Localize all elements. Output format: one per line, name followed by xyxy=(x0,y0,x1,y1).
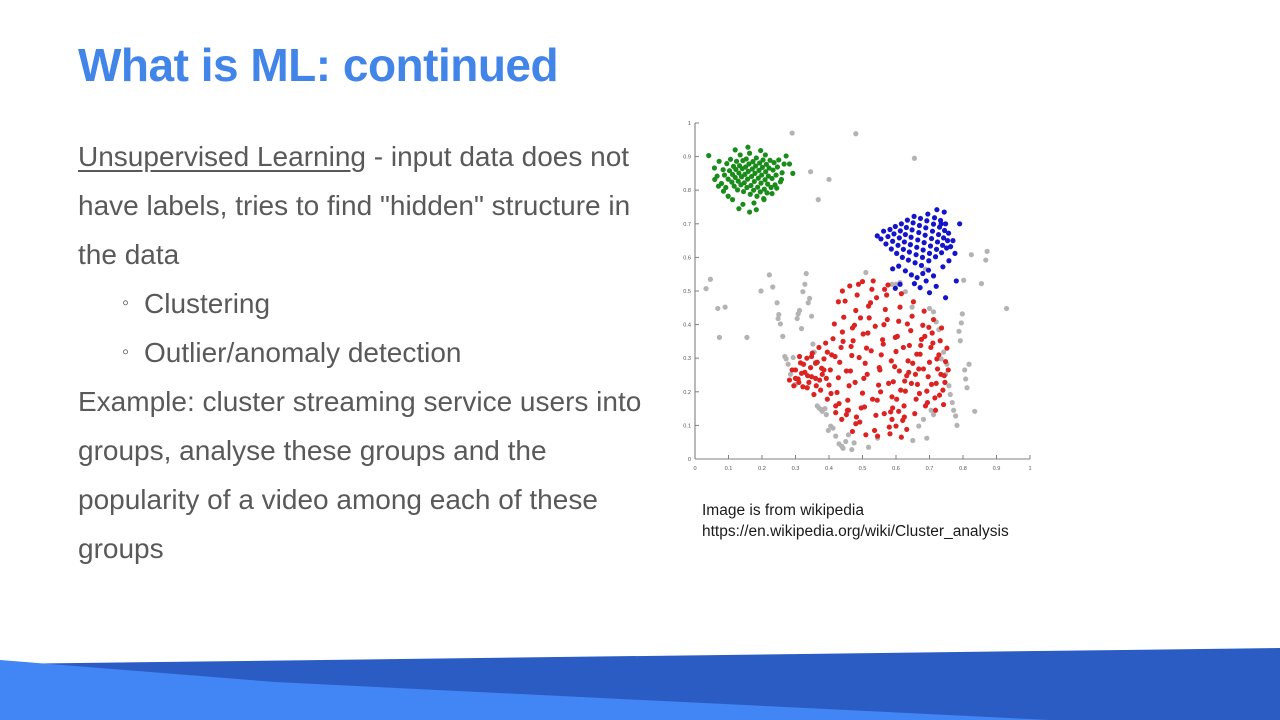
svg-text:0.7: 0.7 xyxy=(683,222,691,228)
list-item-label: Clustering xyxy=(144,288,271,319)
svg-text:0.6: 0.6 xyxy=(892,466,900,472)
list-item: ◦ Outlier/anomaly detection xyxy=(78,328,658,377)
lead-paragraph: Unsupervised Learning - input data does … xyxy=(78,132,658,279)
list-item: ◦ Clustering xyxy=(78,279,658,328)
svg-text:0.8: 0.8 xyxy=(683,188,691,194)
slide-body: Unsupervised Learning - input data does … xyxy=(78,132,658,573)
red-cluster xyxy=(786,278,951,440)
svg-text:0.4: 0.4 xyxy=(825,466,833,472)
svg-text:1: 1 xyxy=(688,121,691,127)
cluster-scatter-figure: 0 0.1 0.2 0.3 0.4 0.5 0.6 0.7 0.8 0.9 1 0 0.1 0.2 0.3 0… xyxy=(676,112,1042,472)
slide-canvas: What is ML: continued Unsupervised Learn… xyxy=(0,0,1280,720)
svg-text:0.1: 0.1 xyxy=(683,423,691,429)
svg-text:0.2: 0.2 xyxy=(683,390,691,396)
svg-text:0.7: 0.7 xyxy=(926,466,934,472)
bullet-list: ◦ Clustering ◦ Outlier/anomaly detection xyxy=(78,279,658,377)
bottom-decoration xyxy=(0,648,1280,720)
svg-text:0.5: 0.5 xyxy=(859,466,867,472)
svg-text:0.3: 0.3 xyxy=(792,466,800,472)
list-item-label: Outlier/anomaly detection xyxy=(144,337,462,368)
svg-text:0.2: 0.2 xyxy=(758,466,766,472)
scatter-plot-svg: 0 0.1 0.2 0.3 0.4 0.5 0.6 0.7 0.8 0.9 1 0 0.1 0.2 0.3 0… xyxy=(683,121,1031,472)
svg-text:0.1: 0.1 xyxy=(725,466,733,472)
svg-text:0.9: 0.9 xyxy=(993,466,1001,472)
svg-text:0.6: 0.6 xyxy=(683,255,691,261)
svg-text:0.5: 0.5 xyxy=(683,289,691,295)
svg-text:0.8: 0.8 xyxy=(959,466,967,472)
circle-bullet-icon: ◦ xyxy=(122,292,130,314)
svg-text:0: 0 xyxy=(693,466,696,472)
svg-text:0.3: 0.3 xyxy=(683,356,691,362)
svg-text:1: 1 xyxy=(1028,466,1031,472)
example-paragraph: Example: cluster streaming service users… xyxy=(78,386,642,564)
svg-text:0.4: 0.4 xyxy=(683,323,691,329)
lead-term: Unsupervised Learning xyxy=(78,141,366,172)
green-cluster xyxy=(706,144,796,215)
plot-data-points xyxy=(703,130,1010,453)
circle-bullet-icon: ◦ xyxy=(122,341,130,363)
svg-text:0: 0 xyxy=(688,457,691,463)
page-title: What is ML: continued xyxy=(78,39,559,91)
svg-text:0.9: 0.9 xyxy=(683,155,691,161)
figure-caption: Image is from wikipedia https://en.wikip… xyxy=(702,502,1009,540)
